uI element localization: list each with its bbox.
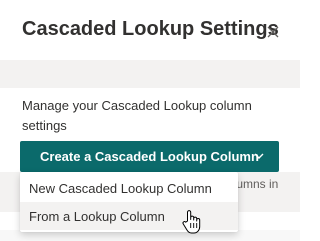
settings-panel: Cascaded Lookup Settings Manage your Cas… [0,0,300,241]
create-cascaded-lookup-button[interactable]: Create a Cascaded Lookup Column [20,141,279,172]
close-button[interactable] [263,22,283,42]
panel-header: Cascaded Lookup Settings [0,0,300,60]
page-title: Cascaded Lookup Settings [22,18,279,40]
close-icon [267,26,279,38]
chevron-down-icon [254,153,264,159]
menu-item-new-cascaded-lookup[interactable]: New Cascaded Lookup Column [20,174,238,202]
header-separator-band [0,60,300,88]
menu-item-from-lookup-column[interactable]: From a Lookup Column [20,202,238,230]
hand-pointer-icon [182,210,201,234]
create-button-label: Create a Cascaded Lookup Column [40,149,259,164]
create-dropdown-menu: New Cascaded Lookup Column From a Lookup… [20,172,238,232]
settings-description: Manage your Cascaded Lookup column setti… [22,98,252,133]
